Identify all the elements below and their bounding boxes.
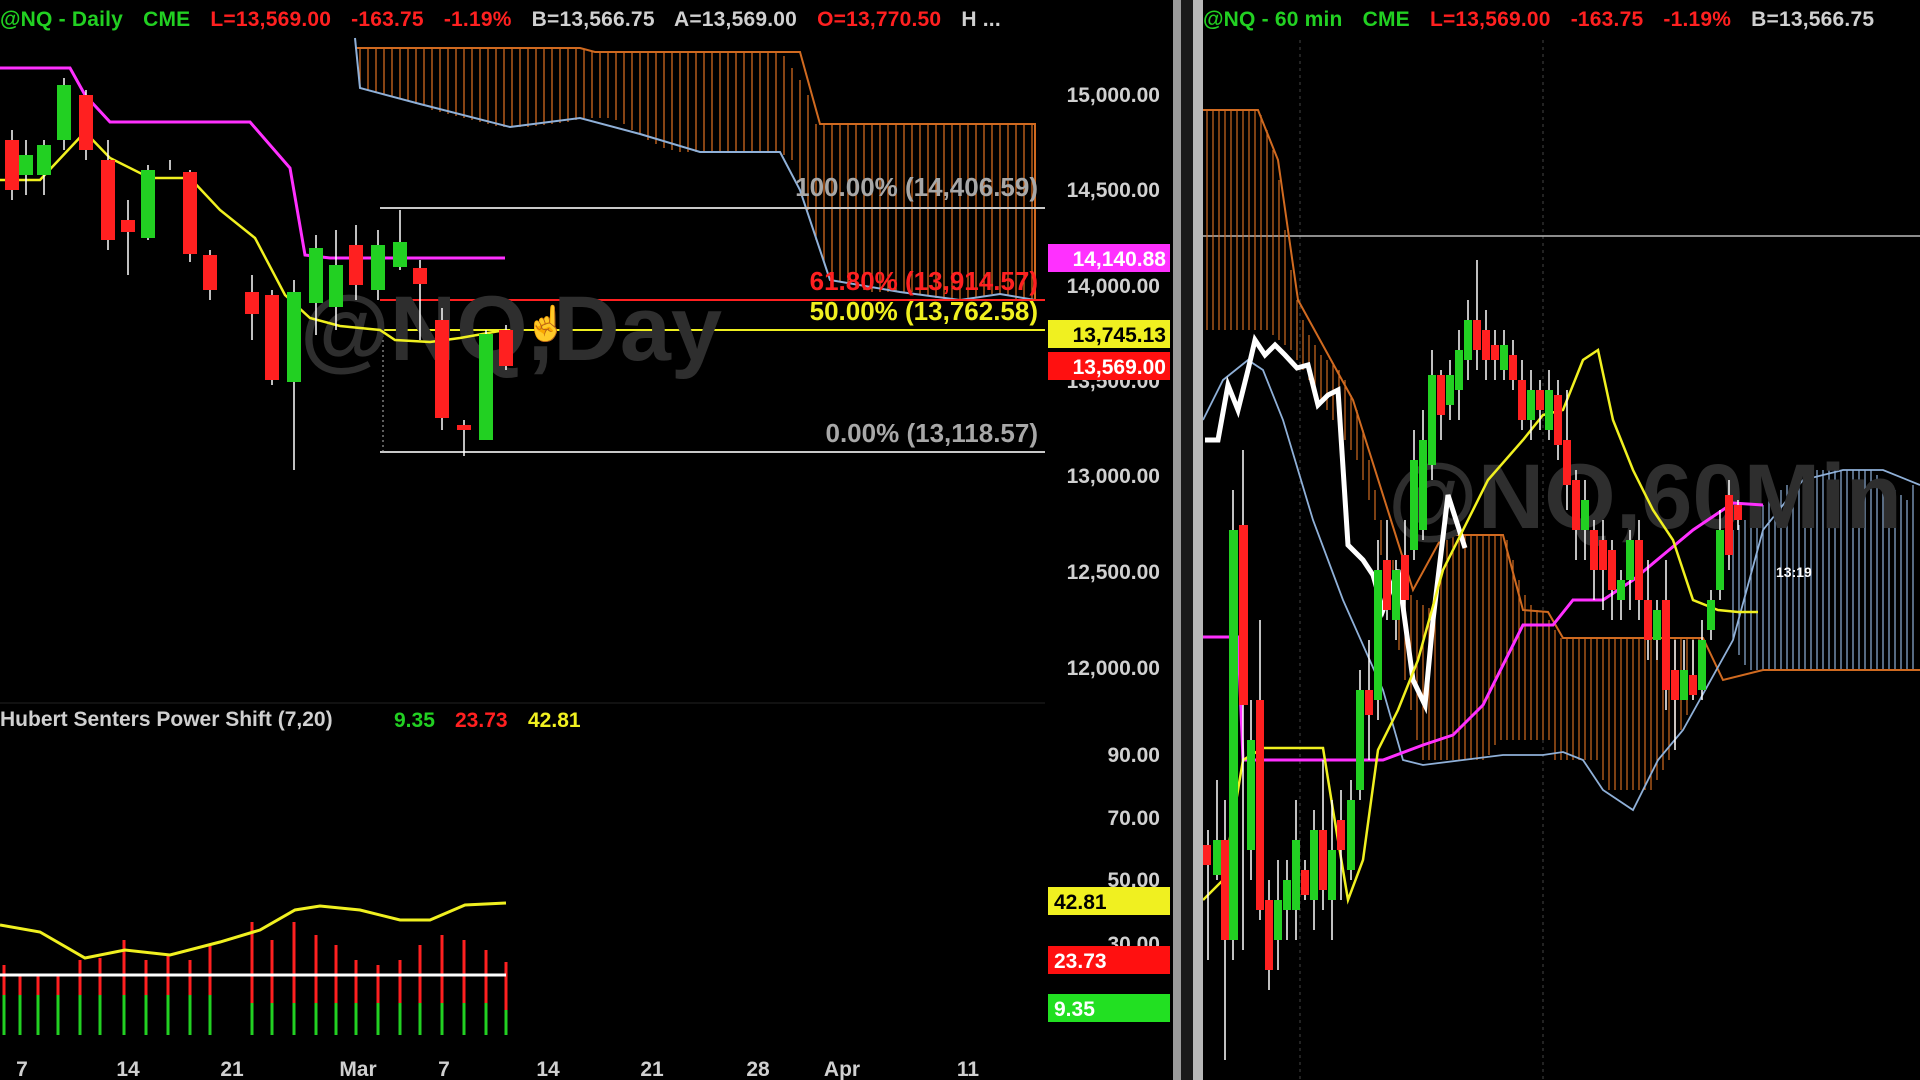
date-tick: 7: [438, 1058, 450, 1080]
magenta-price-tag-label: 14,140.88: [1073, 248, 1167, 271]
hand-cursor-icon: ☝: [525, 303, 567, 344]
yellow-price-tag-label: 13,745.13: [1073, 324, 1166, 347]
hourly-chart-header: @NQ - 60 min CME L=13,569.00 -163.75 -1.…: [1203, 8, 1888, 32]
date-tick: Apr: [824, 1058, 860, 1080]
indicator-green-tag-label: 9.35: [1054, 998, 1095, 1021]
window-splitter[interactable]: [1173, 0, 1181, 1080]
hourly-exchange: CME: [1362, 8, 1410, 31]
date-tick: 11: [957, 1058, 980, 1080]
daily-change: -163.75: [351, 8, 424, 31]
hourly-change: -163.75: [1570, 8, 1644, 31]
daily-last-price: L=13,569.00: [210, 8, 332, 31]
date-tick: 14: [116, 1058, 140, 1080]
price-tick: 12,500.00: [1067, 561, 1160, 584]
price-tick: 15,000.00: [1067, 84, 1160, 107]
price-axis[interactable]: 15,000.00 14,500.00 14,000.00 13,500.00 …: [1067, 84, 1160, 680]
daily-bid: B=13,566.75: [531, 8, 655, 31]
date-tick: 7: [16, 1058, 28, 1080]
price-tags: 14,140.88 13,745.13 13,569.00: [1048, 244, 1170, 380]
indicator-yellow-tag-label: 42.81: [1054, 891, 1107, 914]
price-tick: 12,000.00: [1067, 657, 1160, 680]
hourly-change-pct: -1.19%: [1663, 8, 1732, 31]
indicator-axis-tick: 70.00: [1107, 807, 1160, 830]
date-tick: 14: [536, 1058, 560, 1080]
daily-symbol[interactable]: @NQ - Daily: [0, 8, 123, 31]
hourly-last-price: L=13,569.00: [1429, 8, 1551, 31]
price-tick: 14,000.00: [1067, 275, 1160, 298]
daily-exchange: CME: [143, 8, 191, 31]
daily-chart-canvas[interactable]: 100.00% (14,406.59) 61.80% (13,914.57) 5…: [0, 0, 1173, 1080]
date-tick: 21: [220, 1058, 244, 1080]
date-tick: 21: [640, 1058, 664, 1080]
hourly-watermark: @NQ,60Min: [1388, 446, 1902, 548]
hourly-bid: B=13,566.75: [1751, 8, 1875, 31]
fib-50-label: 50.00% (13,762.58): [810, 296, 1038, 326]
date-tick: 28: [746, 1058, 770, 1080]
fib-0-label: 0.00% (13,118.57): [826, 418, 1039, 448]
price-tick: 14,500.00: [1067, 179, 1160, 202]
daily-more: H ...: [961, 8, 1001, 31]
hourly-symbol[interactable]: @NQ - 60 min: [1203, 8, 1343, 31]
indicator-red-tag-label: 23.73: [1054, 950, 1107, 973]
hourly-time-label: 13:19: [1776, 564, 1812, 580]
daily-ask: A=13,569.00: [673, 8, 798, 31]
red-price-tag-label: 13,569.00: [1073, 356, 1166, 379]
window-splitter-shadow: [1181, 0, 1193, 1080]
window-border: [1193, 0, 1203, 1080]
indicator-axis-tick: 90.00: [1107, 744, 1160, 767]
hourly-chart-pane[interactable]: @NQ,60Min 13:19 @NQ - 60 min CME L=13,56…: [1203, 0, 1920, 1080]
price-tick: 13,000.00: [1067, 465, 1160, 488]
indicator-value-green: 9.35: [394, 709, 435, 732]
hourly-chart-canvas[interactable]: @NQ,60Min 13:19: [1203, 0, 1920, 1080]
daily-chart-pane[interactable]: 100.00% (14,406.59) 61.80% (13,914.57) 5…: [0, 0, 1173, 1080]
indicator-title: Hubert Senters Power Shift (7,20): [0, 708, 333, 731]
daily-change-pct: -1.19%: [443, 8, 512, 31]
daily-chart-header: @NQ - Daily CME L=13,569.00 -163.75 -1.1…: [0, 8, 1015, 32]
indicator-value-yellow: 42.81: [528, 709, 581, 732]
fib-100-label: 100.00% (14,406.59): [795, 172, 1038, 202]
indicator-value-red: 23.73: [455, 709, 508, 732]
fib-618-label: 61.80% (13,914.57): [810, 266, 1038, 296]
daily-open: O=13,770.50: [817, 8, 942, 31]
hourly-candles[interactable]: [1203, 260, 1742, 1060]
date-tick: Mar: [339, 1058, 376, 1080]
